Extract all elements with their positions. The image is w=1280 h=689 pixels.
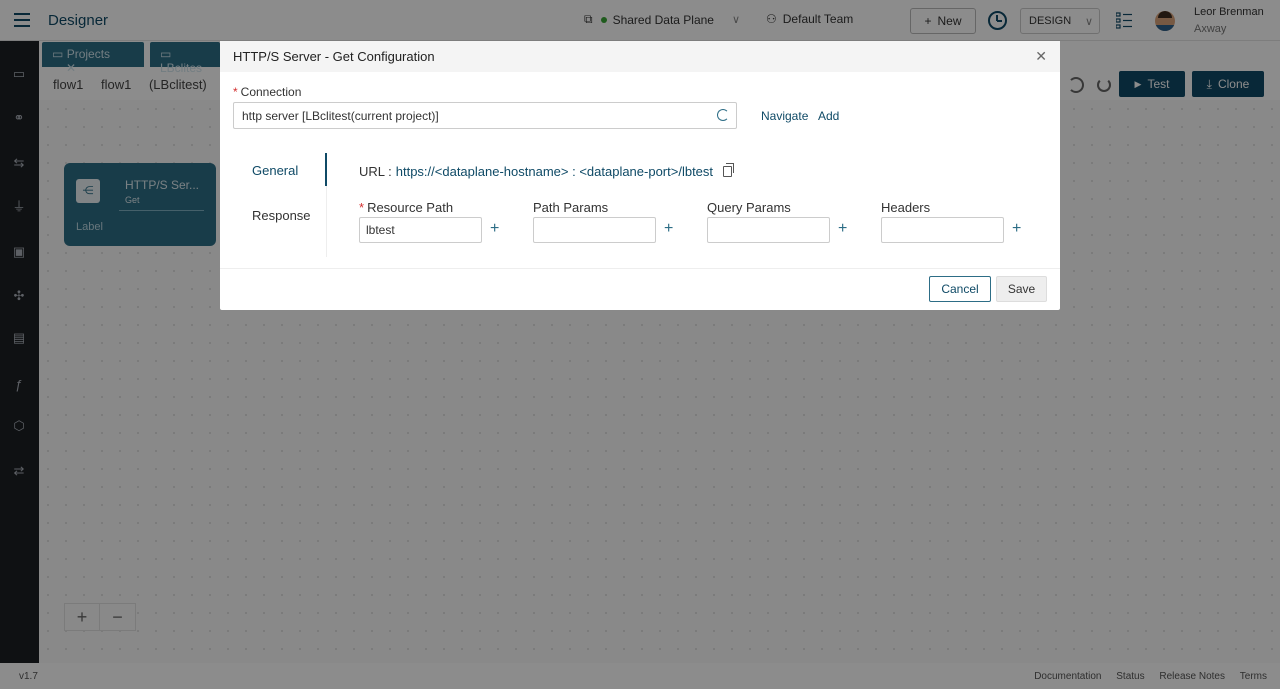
add-header-icon[interactable]: + [1012, 220, 1021, 238]
resource-path-label-text: Resource Path [367, 200, 454, 215]
url-value: https://<dataplane-hostname> : <dataplan… [395, 164, 714, 179]
cancel-button[interactable]: Cancel [929, 276, 991, 302]
active-tab-indicator [325, 153, 327, 186]
copy-icon[interactable] [723, 163, 735, 177]
resource-path-input[interactable] [359, 217, 482, 243]
url-label: URL : [359, 164, 392, 179]
connection-label: * Connection [233, 85, 301, 99]
required-marker: * [233, 85, 238, 99]
connection-select[interactable] [233, 102, 737, 129]
headers-label: Headers [881, 200, 931, 215]
resource-path-label: * Resource Path [359, 200, 453, 215]
add-resource-path-icon[interactable]: + [490, 220, 499, 238]
add-path-param-icon[interactable]: + [664, 220, 673, 238]
add-query-param-icon[interactable]: + [838, 220, 847, 238]
refresh-icon[interactable] [717, 109, 729, 121]
path-params-label: Path Params [533, 200, 609, 215]
save-button[interactable]: Save [996, 276, 1047, 302]
path-params-input[interactable] [533, 217, 656, 243]
required-marker: * [359, 200, 365, 215]
query-params-input[interactable] [707, 217, 830, 243]
headers-input[interactable] [881, 217, 1004, 243]
dialog-divider [220, 268, 1060, 269]
connection-label-text: Connection [240, 85, 302, 99]
configuration-dialog: HTTP/S Server - Get Configuration ✕ * Con… [220, 41, 1060, 310]
dialog-header: HTTP/S Server - Get Configuration ✕ [220, 41, 1060, 72]
side-tabs: General Response [233, 153, 327, 257]
tab-general[interactable]: General [252, 163, 298, 178]
navigate-link[interactable]: Navigate [761, 109, 808, 123]
close-icon[interactable]: ✕ [1035, 48, 1047, 65]
dialog-title: HTTP/S Server - Get Configuration [233, 49, 435, 64]
tab-response[interactable]: Response [252, 208, 311, 223]
url-display: URL : https://<dataplane-hostname> : <da… [359, 163, 735, 179]
query-params-label: Query Params [707, 200, 791, 215]
tab-divider [326, 186, 327, 257]
add-link[interactable]: Add [818, 109, 839, 123]
